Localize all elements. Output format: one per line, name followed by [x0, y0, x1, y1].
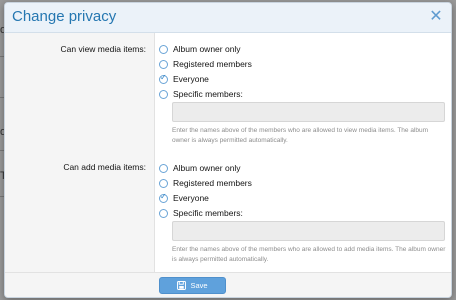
view-option-registered[interactable]: Registered members [159, 58, 252, 70]
dialog-body: Can view media items: Can add media item… [5, 33, 451, 272]
change-privacy-dialog: Change privacy ✕ Can view media items: C… [4, 2, 452, 298]
save-icon [177, 281, 187, 290]
radio-button[interactable] [159, 59, 168, 69]
add-option-owner-only[interactable]: Album owner only [159, 162, 241, 174]
add-members-hint: Enter the names above of the members who… [172, 246, 446, 263]
add-option-specific[interactable]: Specific members: [159, 207, 243, 219]
view-media-label: Can view media items: [60, 44, 146, 54]
dialog-footer: Save [5, 272, 451, 297]
add-option-registered[interactable]: Registered members [159, 177, 252, 189]
option-label: Registered members [173, 178, 252, 188]
view-option-specific[interactable]: Specific members: [159, 88, 243, 100]
radio-button[interactable] [159, 208, 168, 218]
view-option-owner-only[interactable]: Album owner only [159, 43, 241, 55]
view-option-everyone[interactable]: Everyone [159, 73, 209, 85]
add-media-label: Can add media items: [63, 162, 146, 172]
radio-button[interactable] [159, 178, 168, 188]
radio-button-checked[interactable] [159, 192, 168, 203]
option-label: Specific members: [173, 208, 243, 218]
radio-button-checked[interactable] [159, 73, 168, 84]
label-column: Can view media items: Can add media item… [5, 33, 155, 272]
dialog-header: Change privacy ✕ [5, 3, 451, 33]
option-label: Everyone [173, 74, 209, 84]
option-label: Registered members [173, 59, 252, 69]
radio-button[interactable] [159, 44, 168, 54]
view-members-input[interactable] [172, 102, 445, 122]
option-label: Everyone [173, 193, 209, 203]
save-button[interactable]: Save [159, 277, 226, 294]
radio-button[interactable] [159, 89, 168, 99]
dialog-title: Change privacy [12, 8, 117, 25]
option-label: Album owner only [173, 163, 241, 173]
save-label: Save [190, 281, 208, 290]
view-members-hint: Enter the names above of the members who… [172, 127, 429, 144]
option-label: Album owner only [173, 44, 241, 54]
radio-button[interactable] [159, 163, 168, 173]
option-label: Specific members: [173, 89, 243, 99]
add-members-input[interactable] [172, 221, 445, 241]
add-option-everyone[interactable]: Everyone [159, 192, 209, 204]
close-icon[interactable]: ✕ [429, 9, 443, 25]
